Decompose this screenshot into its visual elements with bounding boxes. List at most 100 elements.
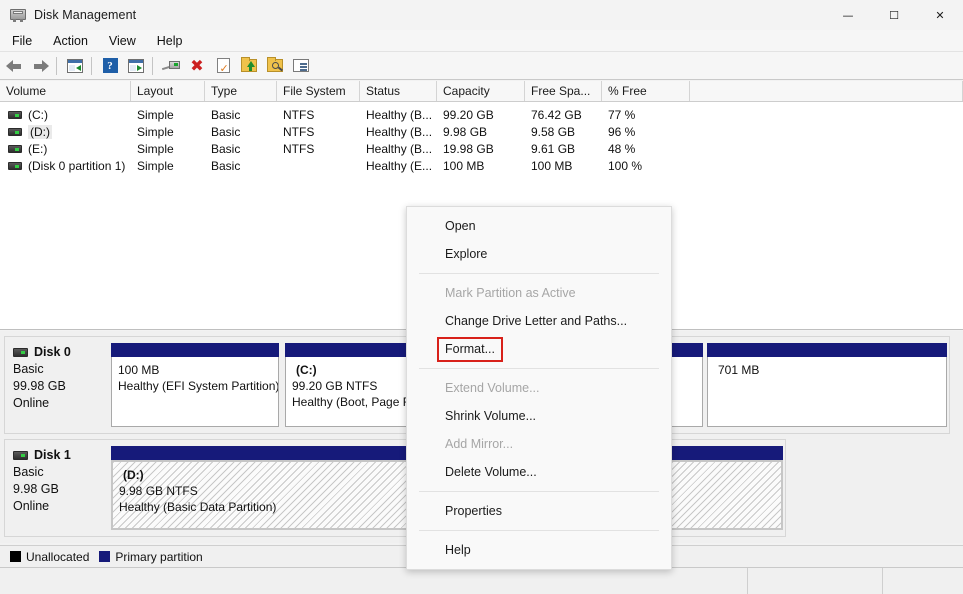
menu-item-change-drive-letter-and-paths[interactable]: Change Drive Letter and Paths... <box>407 307 671 335</box>
disk-size: 99.98 GB <box>13 379 66 393</box>
cell-free-space: 100 MB <box>531 158 573 173</box>
menu-help[interactable]: Help <box>148 32 192 50</box>
cell-type: Basic <box>211 107 241 122</box>
cell-status: Healthy (B... <box>366 141 433 156</box>
cell-capacity: 99.20 GB <box>443 107 494 122</box>
folder-up-button[interactable] <box>237 54 261 78</box>
cell-free-space: 9.58 GB <box>531 124 576 139</box>
legend-swatch-primary <box>99 551 111 562</box>
partition-size: 701 MB <box>718 363 760 377</box>
status-section-2 <box>748 568 883 594</box>
help-button[interactable]: ? <box>98 54 122 78</box>
volume-label: (Disk 0 partition 1) <box>28 158 126 173</box>
cell-capacity: 100 MB <box>443 158 485 173</box>
up-one-level-button[interactable] <box>63 54 87 78</box>
close-button[interactable]: ✕ <box>917 0 963 30</box>
delete-icon: ✖ <box>190 55 204 75</box>
menu-item-properties[interactable]: Properties <box>407 497 671 525</box>
list-view-icon <box>293 59 309 72</box>
context-menu: Open Explore Mark Partition as Active Ch… <box>406 206 672 570</box>
menu-item-explore[interactable]: Explore <box>407 240 671 268</box>
cell-status: Healthy (B... <box>366 107 433 122</box>
status-section-3 <box>883 568 963 594</box>
cell-percent-free: 96 % <box>608 124 636 139</box>
menu-item-mark-partition-as-active: Mark Partition as Active <box>445 286 576 300</box>
cell-file-system: NTFS <box>283 124 315 139</box>
minimize-button[interactable]: — <box>825 0 871 30</box>
toolbar: ? ✖ ✓ <box>0 52 963 80</box>
disk-icon <box>13 347 28 357</box>
menu-separator <box>419 491 659 492</box>
legend-swatch-unallocated <box>10 551 21 562</box>
volume-label: (D:) <box>28 124 52 139</box>
table-row[interactable]: (E:) Simple Basic NTFS Healthy (B... 19.… <box>0 140 963 157</box>
folder-search-icon <box>267 57 283 72</box>
menu-item-open[interactable]: Open <box>407 212 671 240</box>
column-header-filler <box>690 81 963 101</box>
cell-status: Healthy (B... <box>366 124 433 139</box>
partition-status: Healthy (EFI System Partition) <box>118 379 279 393</box>
forward-button[interactable] <box>28 54 52 78</box>
disk-state: Online <box>13 396 50 410</box>
disk-management-window: Disk Management — ☐ ✕ File Action View H… <box>0 0 963 594</box>
legend-label-primary: Primary partition <box>115 549 203 564</box>
cell-file-system: NTFS <box>283 107 315 122</box>
back-arrow-icon <box>5 59 23 73</box>
menu-item-delete-volume[interactable]: Delete Volume... <box>407 458 671 486</box>
rescan-disks-button[interactable] <box>159 54 183 78</box>
column-header-capacity[interactable]: Capacity <box>437 81 525 101</box>
cell-file-system: NTFS <box>283 141 315 156</box>
menu-separator <box>419 368 659 369</box>
back-button[interactable] <box>2 54 26 78</box>
column-header-volume[interactable]: Volume <box>0 81 131 101</box>
column-header-file-system[interactable]: File System <box>277 81 360 101</box>
partition-unallocated[interactable]: 701 MB <box>707 343 947 427</box>
partition-efi[interactable]: 100 MB Healthy (EFI System Partition) <box>111 343 279 427</box>
folder-search-button[interactable] <box>263 54 287 78</box>
list-view-button[interactable] <box>289 54 313 78</box>
column-header-free-space[interactable]: Free Spa... <box>525 81 602 101</box>
disk-name: Disk 1 <box>34 448 71 462</box>
menu-item-help[interactable]: Help <box>407 536 671 564</box>
disk-info-0: Disk 0 Basic 99.98 GB Online <box>5 337 105 433</box>
cell-layout: Simple <box>137 158 174 173</box>
cell-volume: (E:) <box>0 142 131 156</box>
help-icon: ? <box>102 58 118 73</box>
cell-volume: (Disk 0 partition 1) <box>0 159 131 173</box>
cell-volume: (D:) <box>0 124 131 139</box>
column-header-layout[interactable]: Layout <box>131 81 205 101</box>
table-row[interactable]: (D:) Simple Basic NTFS Healthy (B... 9.9… <box>0 123 963 140</box>
cell-status: Healthy (E... <box>366 158 433 173</box>
disk-info-1: Disk 1 Basic 9.98 GB Online <box>5 440 105 536</box>
column-header-status[interactable]: Status <box>360 81 437 101</box>
disk-title-0: Disk 0 <box>13 345 105 359</box>
menu-item-format[interactable]: Format... <box>407 335 671 363</box>
column-header-type[interactable]: Type <box>205 81 277 101</box>
menu-action[interactable]: Action <box>44 32 97 50</box>
partition-body: 100 MB Healthy (EFI System Partition) <box>111 357 279 427</box>
table-row[interactable]: (C:) Simple Basic NTFS Healthy (B... 99.… <box>0 106 963 123</box>
legend-label-unallocated: Unallocated <box>26 549 90 564</box>
volume-icon <box>8 110 22 119</box>
table-row[interactable]: (Disk 0 partition 1) Simple Basic Health… <box>0 157 963 174</box>
partition-size: 100 MB <box>118 363 160 377</box>
column-header-percent-free[interactable]: % Free <box>602 81 690 101</box>
maximize-button[interactable]: ☐ <box>871 0 917 30</box>
menu-view[interactable]: View <box>100 32 145 50</box>
cell-free-space: 9.61 GB <box>531 141 576 156</box>
cell-percent-free: 100 % <box>608 158 643 173</box>
delete-button[interactable]: ✖ <box>185 54 209 78</box>
menu-bar: File Action View Help <box>0 30 963 52</box>
volume-list-header: Volume Layout Type File System Status Ca… <box>0 81 963 102</box>
cell-type: Basic <box>211 158 241 173</box>
menu-item-shrink-volume[interactable]: Shrink Volume... <box>407 402 671 430</box>
menu-item-extend-volume: Extend Volume... <box>445 381 540 395</box>
window-title: Disk Management <box>34 8 137 22</box>
volume-label: (E:) <box>28 141 48 156</box>
forward-arrow-icon <box>32 59 49 73</box>
status-bar <box>0 567 963 594</box>
check-page-button[interactable]: ✓ <box>211 54 235 78</box>
volume-icon <box>8 161 22 170</box>
menu-file[interactable]: File <box>3 32 41 50</box>
properties-button[interactable] <box>124 54 148 78</box>
